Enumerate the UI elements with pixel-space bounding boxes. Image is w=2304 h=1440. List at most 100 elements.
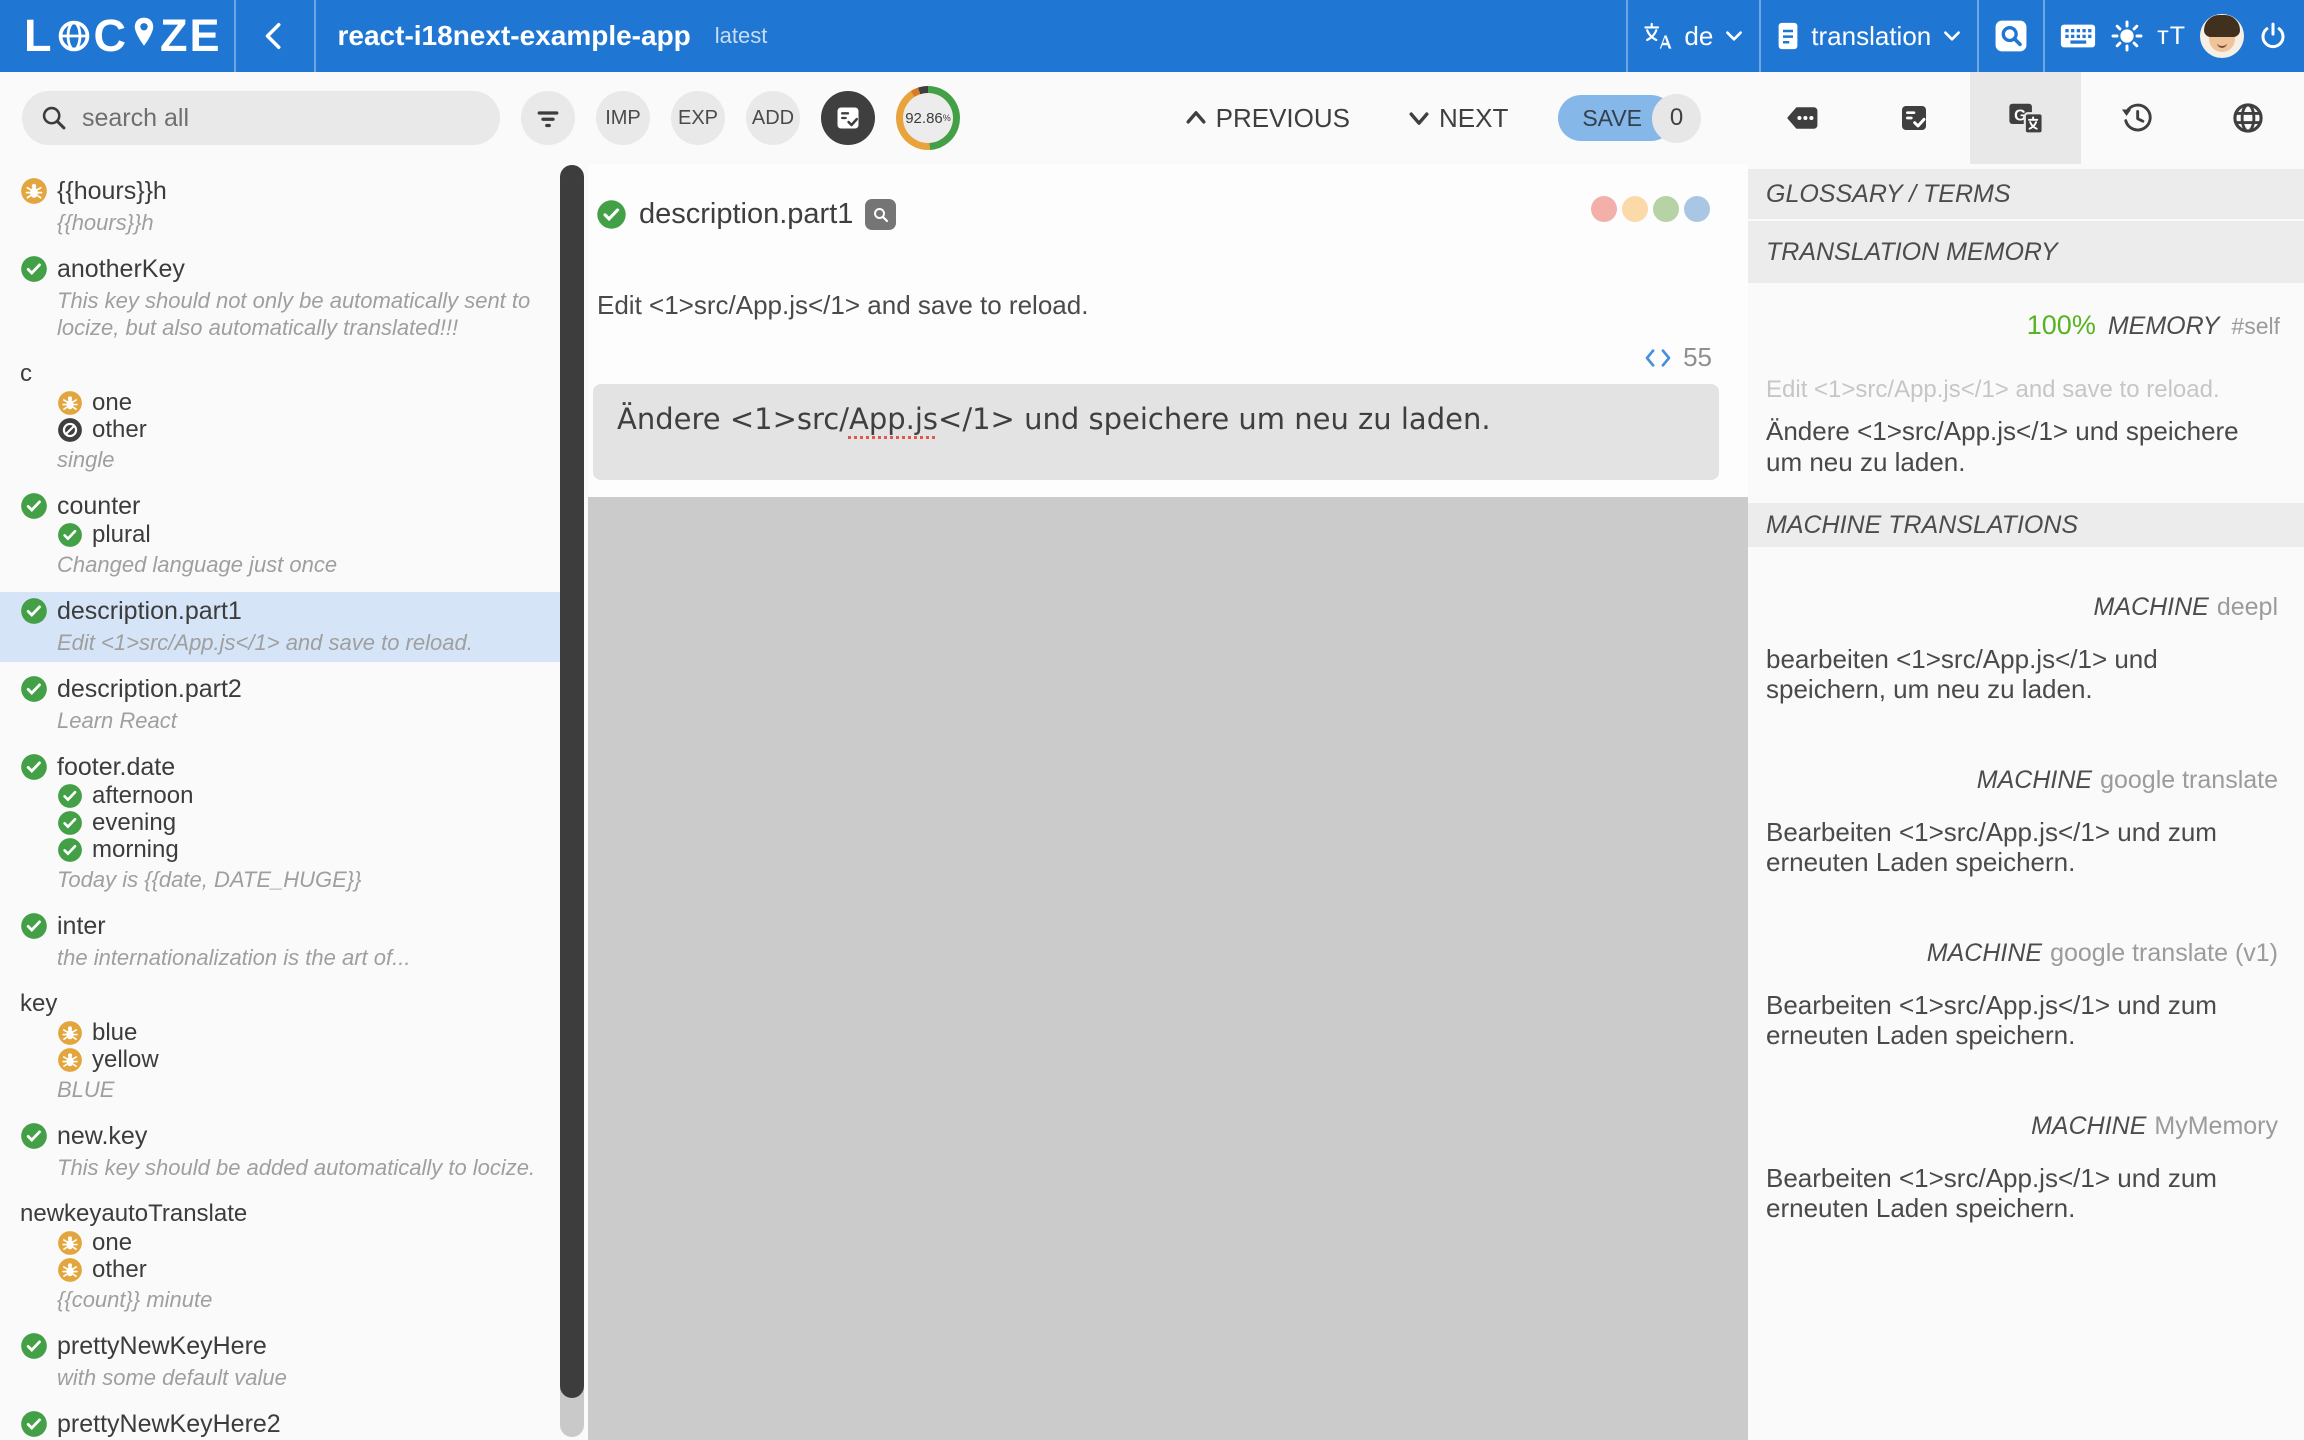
misspelled-word: App.js [849, 402, 938, 436]
key-child-row[interactable]: other [57, 416, 560, 443]
checklist-icon [834, 104, 862, 132]
status-dot[interactable] [1622, 196, 1648, 222]
tab-context[interactable] [2193, 72, 2304, 164]
sidebar-key-item[interactable]: footer.dateafternooneveningmorningToday … [0, 748, 560, 899]
toolbar: IMP EXP ADD 92.86% PREVIOUS NEXT SAVE 0 [0, 72, 2304, 164]
sidebar-key-item[interactable]: coneothersingle [0, 355, 560, 479]
text-size-button[interactable]: тT [2157, 22, 2186, 51]
tab-machine-translation[interactable]: G [1970, 72, 2081, 164]
sidebar-key-item[interactable]: {{hours}}h{{hours}}h [0, 172, 560, 242]
bug-icon [57, 1047, 83, 1073]
next-button[interactable]: NEXT [1400, 102, 1514, 135]
machine-translation-entry[interactable]: MACHINEgoogle translate (v1) Bearbeiten … [1766, 939, 2278, 1050]
user-avatar[interactable] [2200, 14, 2244, 58]
search-icon [872, 206, 890, 224]
char-count: 55 [1683, 342, 1712, 373]
machine-label: MACHINE [1927, 939, 2042, 967]
filter-button[interactable] [521, 91, 575, 145]
key-child-label: plural [92, 521, 151, 549]
machine-translation-entry[interactable]: MACHINEMyMemory Bearbeiten <1>src/App.js… [1766, 1112, 2278, 1223]
previous-button[interactable]: PREVIOUS [1177, 102, 1356, 135]
key-default-value: This key should not only be automaticall… [57, 287, 537, 341]
check-circle-icon [20, 1122, 48, 1150]
inspect-key-button[interactable] [865, 199, 896, 230]
memory-label: MEMORY [2108, 312, 2220, 341]
bug-icon [57, 1257, 83, 1283]
status-dot[interactable] [1653, 196, 1679, 222]
map-pin-icon [131, 15, 157, 57]
sidebar-key-item[interactable]: keyblueyellowBLUE [0, 985, 560, 1109]
key-child-row[interactable]: afternoon [57, 782, 560, 809]
logout-button[interactable] [2258, 21, 2288, 51]
sidebar-key-item[interactable]: counterpluralChanged language just once [0, 487, 560, 584]
key-child-row[interactable]: blue [57, 1019, 560, 1046]
status-dot[interactable] [1684, 196, 1710, 222]
key-child-row[interactable]: other [57, 1256, 560, 1283]
machine-label: MACHINE [2031, 1112, 2146, 1140]
export-button[interactable]: EXP [671, 91, 725, 145]
machine-translations-list: MACHINEdeepl bearbeiten <1>src/App.js</1… [1748, 593, 2304, 1223]
import-button[interactable]: IMP [596, 91, 650, 145]
language-selector[interactable]: de [1642, 20, 1745, 52]
locize-logo: L C ZE [24, 10, 222, 62]
sidebar-key-item[interactable]: prettyNewKeyHere2with some default value [0, 1405, 560, 1440]
keyboard-shortcuts-button[interactable] [2059, 21, 2097, 51]
key-child-row[interactable]: one [57, 389, 560, 416]
namespace-value: translation [1811, 21, 1931, 52]
machine-translation-entry[interactable]: MACHINEgoogle translate Bearbeiten <1>sr… [1766, 766, 2278, 877]
add-key-button[interactable]: ADD [746, 91, 800, 145]
key-group-label: newkeyautoTranslate [20, 1200, 247, 1228]
tab-review[interactable] [1858, 72, 1969, 164]
progress-value: 92.86 [905, 110, 943, 127]
check-circle-icon [20, 912, 48, 940]
sidebar-key-item[interactable]: new.keyThis key should be added automati… [0, 1117, 560, 1187]
back-button[interactable] [236, 0, 314, 72]
translation-textarea[interactable]: Ändere <1>src/App.js</1> und speichere u… [593, 384, 1719, 480]
key-child-row[interactable]: plural [57, 521, 560, 548]
code-tags-icon[interactable] [1643, 347, 1673, 369]
status-dot[interactable] [1591, 196, 1617, 222]
check-circle-icon [596, 199, 627, 230]
check-circle-icon [20, 597, 48, 625]
sidebar-key-item[interactable]: description.part1Edit <1>src/App.js</1> … [0, 592, 560, 662]
machine-translations-header: MACHINE TRANSLATIONS [1748, 503, 2304, 547]
memory-source-text: Edit <1>src/App.js</1> and save to reloa… [1766, 376, 2220, 404]
sidebar-key-item[interactable]: prettyNewKeyHerewith some default value [0, 1327, 560, 1397]
tab-comments[interactable] [1747, 72, 1858, 164]
key-child-row[interactable]: morning [57, 836, 560, 863]
divider [1759, 0, 1761, 72]
machine-provider: google translate [2100, 766, 2278, 794]
focus-search-button[interactable] [1993, 18, 2029, 54]
tab-history[interactable] [2081, 72, 2192, 164]
locize-app: L C ZE react-i18next-example-app latest … [0, 0, 2304, 1440]
divider [2043, 0, 2045, 72]
key-child-row[interactable]: yellow [57, 1046, 560, 1073]
bug-icon [20, 177, 48, 205]
namespace-selector[interactable]: translation [1775, 21, 1963, 52]
chevron-down-icon [1406, 105, 1432, 131]
status-filter-dots [1591, 196, 1710, 222]
sidebar-key-item[interactable]: anotherKeyThis key should not only be au… [0, 250, 560, 347]
sidebar-scrollbar-thumb[interactable] [560, 165, 584, 1398]
sidebar-scrollbar-track[interactable] [560, 165, 584, 1437]
review-tasks-button[interactable] [821, 91, 875, 145]
search-square-icon [1993, 18, 2029, 54]
panel-tabs: G [1747, 72, 2304, 164]
sidebar-key-item[interactable]: newkeyautoTranslateoneother{{count}} min… [0, 1195, 560, 1319]
machine-translation-entry[interactable]: MACHINEdeepl bearbeiten <1>src/App.js</1… [1766, 593, 2278, 704]
key-child-label: morning [92, 836, 179, 864]
logo-letter: ZE [160, 10, 222, 62]
power-icon [2258, 21, 2288, 51]
search-input[interactable] [80, 103, 488, 134]
sidebar-key-item[interactable]: interthe internationalization is the art… [0, 907, 560, 977]
contrast-toggle-button[interactable] [2111, 20, 2143, 52]
chevron-down-icon [1941, 25, 1963, 47]
machine-label: MACHINE [2094, 593, 2209, 621]
translation-memory-entry[interactable]: 100% MEMORY #self Edit <1>src/App.js</1>… [1748, 283, 2304, 503]
key-list: {{hours}}h{{hours}}h anotherKeyThis key s… [0, 164, 560, 1440]
key-child-row[interactable]: one [57, 1229, 560, 1256]
checklist-icon [1898, 102, 1930, 134]
memory-match-percent: 100% [2027, 310, 2096, 341]
key-child-row[interactable]: evening [57, 809, 560, 836]
sidebar-key-item[interactable]: description.part2Learn React [0, 670, 560, 740]
